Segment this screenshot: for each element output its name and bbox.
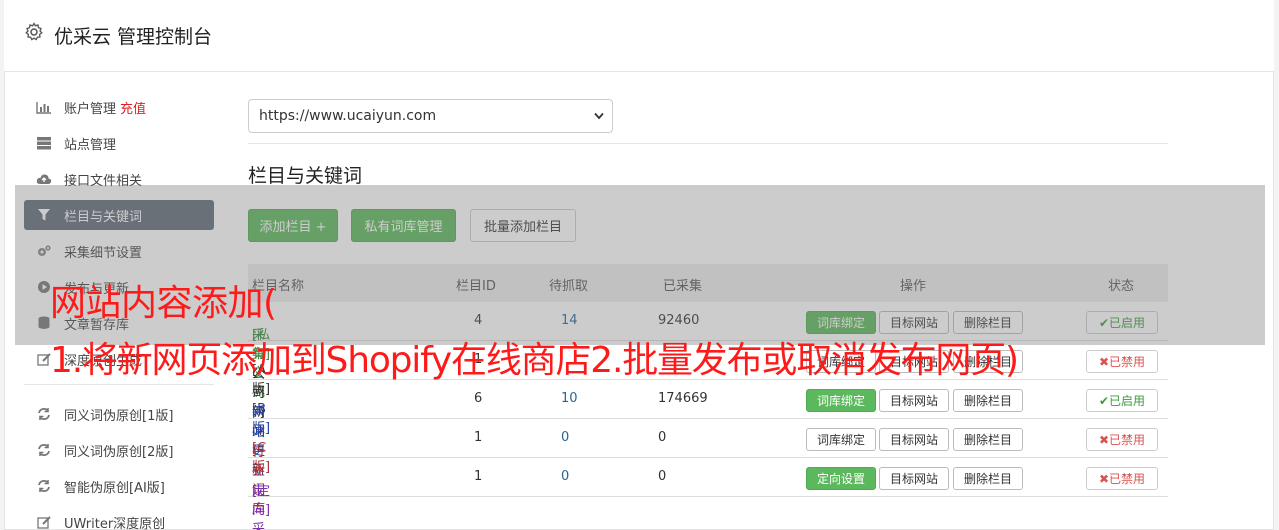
sidebar-item-label: 同义词伪原创[2版] bbox=[64, 444, 174, 460]
lexicon-bind-button[interactable]: 词库绑定 bbox=[806, 389, 876, 412]
sidebar-item-label: UWriter深度原创 bbox=[64, 516, 166, 530]
collected-count: 0 bbox=[658, 469, 667, 484]
pending-count: 10 bbox=[561, 391, 578, 406]
pending-count: 0 bbox=[561, 430, 570, 445]
sidebar-item-sites[interactable]: 站点管理 bbox=[24, 128, 214, 158]
page-title: 优采云 管理控制台 bbox=[54, 26, 213, 48]
recharge-link[interactable]: 充值 bbox=[120, 98, 146, 117]
refresh-icon bbox=[36, 443, 52, 457]
sidebar-item-label: 站点管理 bbox=[64, 137, 117, 153]
sidebar-divider bbox=[24, 384, 214, 385]
site-select-value: https://www.ucaiyun.com bbox=[259, 108, 437, 124]
status-toggle[interactable]: ✔已启用 bbox=[1086, 389, 1158, 412]
delete-column-button[interactable]: 删除栏目 bbox=[953, 428, 1023, 451]
sidebar-item-label: 同义词伪原创[1版] bbox=[64, 408, 174, 424]
status-toggle[interactable]: ✖已禁用 bbox=[1086, 467, 1158, 490]
table-row: [C版] 行业词库 1 0 0 词库绑定 目标网站 删除栏目 ✖已禁用 bbox=[248, 419, 1168, 517]
refresh-icon bbox=[36, 407, 52, 421]
collected-count: 174669 bbox=[658, 391, 708, 406]
gear-icon bbox=[25, 22, 43, 41]
sidebar-item-synonym-v1[interactable]: 同义词伪原创[1版] bbox=[24, 399, 214, 429]
top-bar: 优采云 管理控制台 bbox=[4, 0, 1274, 72]
column-id: 1 bbox=[474, 430, 483, 445]
table-row: [B版] 网站更新 6 10 174669 词库绑定 目标网站 删除栏目 ✔已启用 bbox=[248, 380, 1168, 478]
delete-column-button[interactable]: 删除栏目 bbox=[953, 467, 1023, 490]
target-site-button[interactable]: 目标网站 bbox=[879, 389, 949, 412]
sidebar-item-label: 账户管理 bbox=[64, 101, 117, 117]
column-id: 1 bbox=[474, 469, 483, 484]
edit-icon bbox=[36, 515, 52, 529]
collected-count: 0 bbox=[658, 430, 667, 445]
section-title: 栏目与关键词 bbox=[248, 165, 363, 187]
sidebar-item-account[interactable]: 账户管理 充值 bbox=[24, 92, 214, 122]
bar-chart-icon bbox=[36, 100, 52, 114]
delete-column-button[interactable]: 删除栏目 bbox=[953, 389, 1023, 412]
sidebar-item-ai-rewrite[interactable]: 智能伪原创[AI版] bbox=[24, 471, 214, 501]
status-toggle[interactable]: ✖已禁用 bbox=[1086, 350, 1158, 373]
overlay-caption-line2: 1.将新网页添加到Shopify在线商店2.批量发布或取消发布网页) bbox=[50, 340, 1019, 381]
column-id: 6 bbox=[474, 391, 483, 406]
lexicon-bind-button[interactable]: 词库绑定 bbox=[806, 428, 876, 451]
sidebar-item-uwriter[interactable]: UWriter深度原创 bbox=[24, 507, 214, 530]
column-title: 定向采集 bbox=[252, 484, 266, 530]
sidebar-item-label: 智能伪原创[AI版] bbox=[64, 480, 165, 496]
status-toggle[interactable]: ✖已禁用 bbox=[1086, 428, 1158, 451]
chevron-down-icon bbox=[594, 112, 604, 120]
server-icon bbox=[36, 136, 52, 150]
divider bbox=[248, 143, 1168, 144]
refresh-icon bbox=[36, 479, 52, 493]
target-site-button[interactable]: 目标网站 bbox=[879, 428, 949, 451]
sidebar-item-synonym-v2[interactable]: 同义词伪原创[2版] bbox=[24, 435, 214, 465]
lexicon-bind-button[interactable]: 定向设置 bbox=[806, 467, 876, 490]
table-row: [定向] 定向采集100定向设置目标网站删除栏目✖已禁用 bbox=[248, 458, 1168, 530]
site-select[interactable]: https://www.ucaiyun.com bbox=[248, 99, 613, 133]
target-site-button[interactable]: 目标网站 bbox=[879, 467, 949, 490]
pending-count: 0 bbox=[561, 469, 570, 484]
overlay-caption-line1: 网站内容添加( bbox=[50, 283, 277, 324]
cloud-upload-icon bbox=[36, 172, 52, 186]
